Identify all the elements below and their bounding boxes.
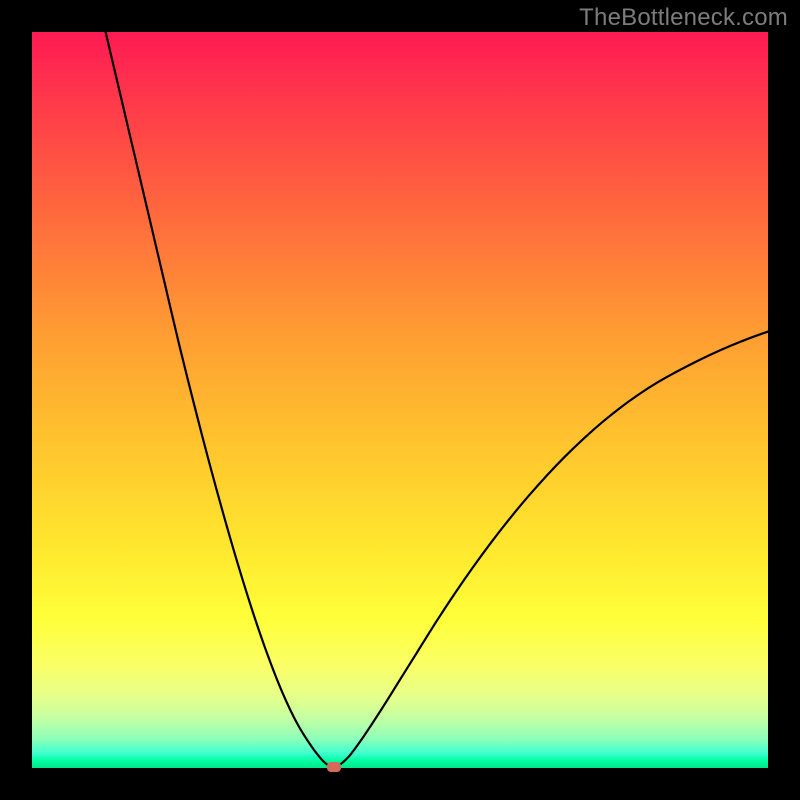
chart-frame: TheBottleneck.com bbox=[0, 0, 800, 800]
plot-area bbox=[32, 32, 768, 768]
minimum-marker bbox=[327, 762, 341, 772]
curve-svg bbox=[32, 32, 768, 768]
bottleneck-curve bbox=[106, 32, 768, 767]
attribution-label: TheBottleneck.com bbox=[579, 4, 788, 32]
